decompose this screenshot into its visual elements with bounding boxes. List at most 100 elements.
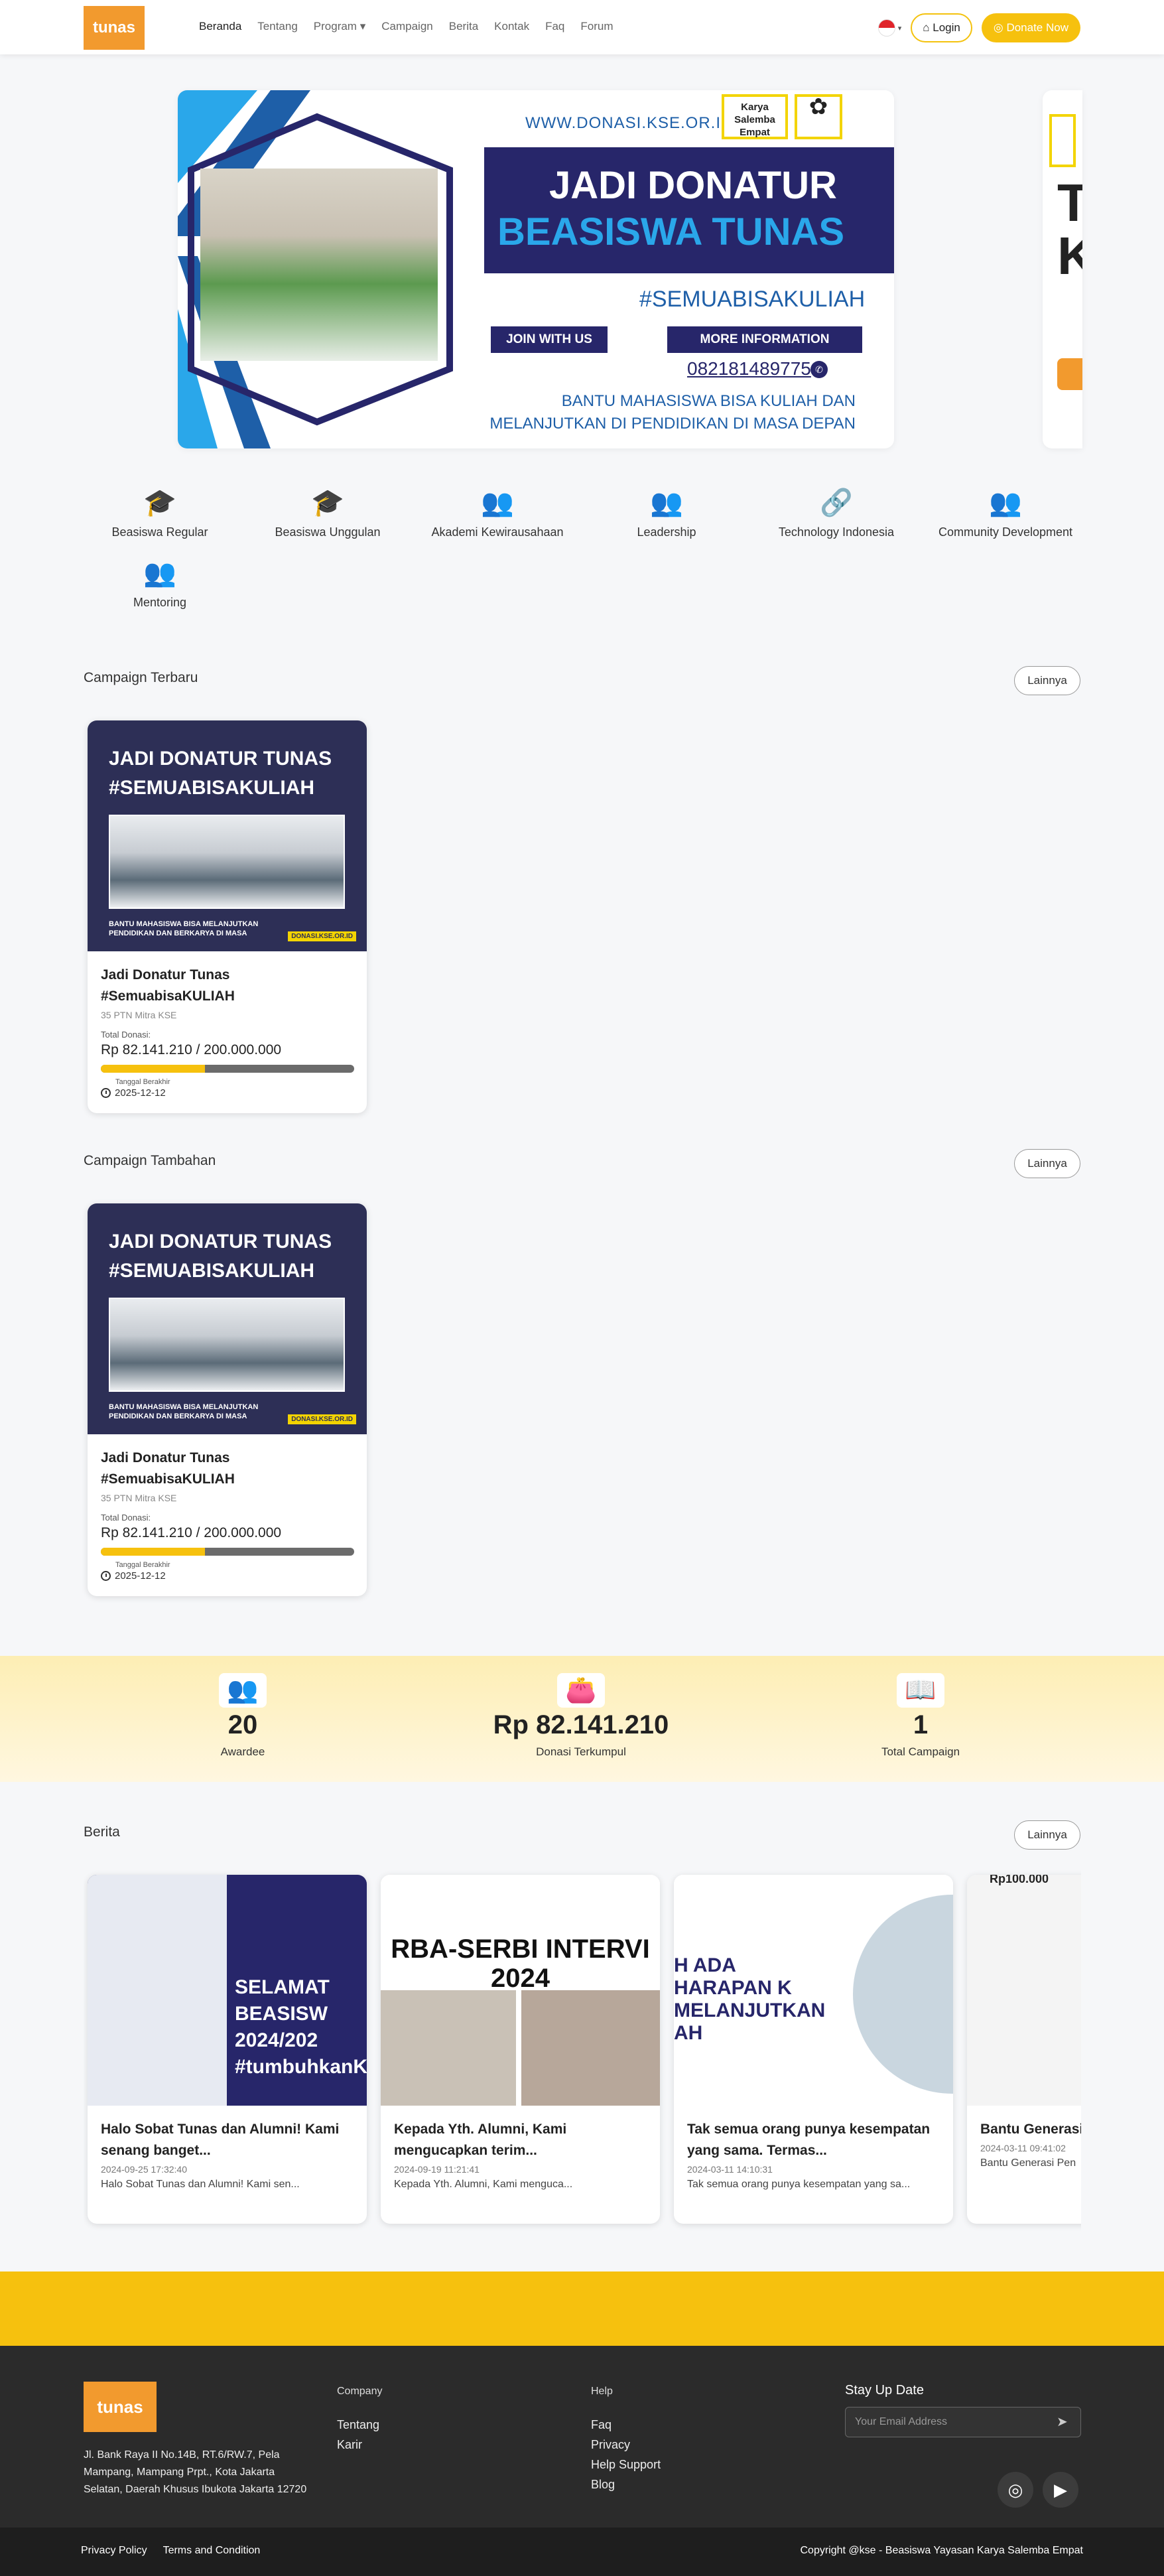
stat-value: Rp 82.141.210 xyxy=(493,1710,669,1739)
footer-link-help-support[interactable]: Help Support xyxy=(591,2455,661,2474)
youtube-icon[interactable]: ▶ xyxy=(1043,2472,1078,2508)
donation-progress-fill xyxy=(101,1548,205,1556)
indonesia-flag-icon xyxy=(877,19,895,36)
program-akademi-kewirausahaan[interactable]: 👥 Akademi Kewirausahaan xyxy=(421,484,574,539)
newsletter-email-input[interactable]: Your Email Address ➤ xyxy=(845,2407,1081,2437)
news-photo-right xyxy=(521,1990,660,2106)
campaign-image-heading: JADI DONATUR TUNAS #SEMUABISAKULIAH xyxy=(109,1231,332,1282)
news-date: 2024-09-19 11:21:41 xyxy=(394,2164,480,2175)
nav-link-tentang[interactable]: Tentang xyxy=(257,20,298,33)
send-icon[interactable]: ➤ xyxy=(1057,2414,1072,2430)
donation-progress-bar xyxy=(101,1065,354,1073)
news-excerpt: Kepada Yth. Alumni, Kami menguca... xyxy=(394,2179,573,2190)
footer-address: Jl. Bank Raya II No.14B, RT.6/RW.7, Pela… xyxy=(84,2449,307,2495)
footer-help-heading: Help xyxy=(591,2386,613,2397)
donate-now-button[interactable]: ◎ Donate Now xyxy=(981,13,1080,42)
campaign-card[interactable]: JADI DONATUR TUNAS #SEMUABISAKULIAH BANTU… xyxy=(88,1203,367,1596)
copyright: Copyright @kse - Beasiswa Yayasan Karya … xyxy=(800,2545,1083,2556)
nav-link-program[interactable]: Program ▾ xyxy=(314,20,365,33)
more-campaign-button[interactable]: Lainnya xyxy=(1014,666,1080,695)
total-donation-label: Total Donasi: xyxy=(101,1513,151,1523)
program-leadership[interactable]: 👥 Leadership xyxy=(590,484,743,539)
news-carousel[interactable]: SELAMAT BEASISW 2024/202 #tumbuhkanKe Ha… xyxy=(84,1858,1081,2242)
clock-icon xyxy=(101,1571,111,1581)
terms-link[interactable]: Terms and Condition xyxy=(163,2545,261,2557)
nav-link-berita[interactable]: Berita xyxy=(449,20,478,33)
news-excerpt: Bantu Generasi Pen xyxy=(980,2157,1076,2169)
graduation-cap-icon: 🎓 xyxy=(311,488,344,517)
news-title[interactable]: Bantu Generasi Donasi Pendidi... xyxy=(980,2119,1081,2140)
program-technology-indonesia[interactable]: 🔗 Technology Indonesia xyxy=(760,484,913,539)
more-news-button[interactable]: Lainnya xyxy=(1014,1820,1080,1850)
stat-awardee: 👥 20 Awardee xyxy=(137,1673,349,1759)
nav-link-campaign[interactable]: Campaign xyxy=(381,20,433,33)
news-card[interactable]: H ADA HARAPAN K MELANJUTKAN AH Tak semua… xyxy=(674,1875,953,2224)
join-with-us-button[interactable]: JOIN WITH US xyxy=(491,326,608,353)
news-person-photo xyxy=(853,1895,953,2094)
language-select[interactable]: ▾ xyxy=(877,19,901,36)
campaign-image-footer: BANTU MAHASISWA BISA MELANJUTKAN PENDIDI… xyxy=(109,1403,259,1420)
news-date: 2024-09-25 17:32:40 xyxy=(101,2164,187,2175)
program-beasiswa-regular[interactable]: 🎓 Beasiswa Regular xyxy=(84,484,236,539)
kse-logo: Karya Salemba Empat xyxy=(722,94,788,139)
cta-band xyxy=(0,2271,1164,2346)
campaign-title[interactable]: Jadi Donatur Tunas #SemuabisaKULIAH xyxy=(101,965,354,1007)
stat-label: Donasi Terkumpul xyxy=(536,1745,626,1758)
campaign-card[interactable]: JADI DONATUR TUNAS #SEMUABISAKULIAH BANTU… xyxy=(88,720,367,1113)
nav-link-beranda[interactable]: Beranda xyxy=(199,20,241,33)
sub-footer: Privacy Policy Terms and Condition Copyr… xyxy=(0,2528,1164,2576)
footer-logo[interactable]: tunas xyxy=(84,2382,157,2432)
deadline: 2025-12-12 xyxy=(101,1570,354,1582)
nav-link-faq[interactable]: Faq xyxy=(545,20,564,33)
program-mentoring[interactable]: 👥 Mentoring xyxy=(84,555,236,610)
news-image-text: Rp100.000 xyxy=(990,1875,1049,1885)
news-title[interactable]: Tak semua orang punya kesempatan yang sa… xyxy=(687,2119,940,2161)
news-image-text: SELAMAT BEASISW 2024/202 #tumbuhkanKe xyxy=(235,1976,367,2078)
navbar: tunas Beranda Tentang Program ▾ Campaign… xyxy=(0,0,1164,54)
network-icon: 🔗 xyxy=(820,488,853,517)
news-title[interactable]: Halo Sobat Tunas dan Alumni! Kami senang… xyxy=(101,2119,354,2161)
news-card[interactable]: Rp100.000 Bantu Generasi Donasi Pendidi.… xyxy=(967,1875,1081,2224)
instagram-icon[interactable]: ◎ xyxy=(998,2472,1033,2508)
campaign-title[interactable]: Jadi Donatur Tunas #SemuabisaKULIAH xyxy=(101,1448,354,1490)
community-icon: 👥 xyxy=(989,488,1022,517)
footer-link-blog[interactable]: Blog xyxy=(591,2474,661,2494)
flower-icon: ✿ xyxy=(808,94,828,119)
deadline-label: Tanggal Berakhir xyxy=(115,1078,170,1086)
campaign-subtitle: 35 PTN Mitra KSE xyxy=(101,1493,177,1503)
brand-logo[interactable]: tunas xyxy=(84,6,145,50)
news-card[interactable]: SELAMAT BEASISW 2024/202 #tumbuhkanKe Ha… xyxy=(88,1875,367,2224)
nav-link-forum[interactable]: Forum xyxy=(580,20,613,33)
footer-link-faq[interactable]: Faq xyxy=(591,2415,661,2435)
news-image: SELAMAT BEASISW 2024/202 #tumbuhkanKe xyxy=(88,1875,367,2106)
program-beasiswa-unggulan[interactable]: 🎓 Beasiswa Unggulan xyxy=(251,484,404,539)
nav-link-kontak[interactable]: Kontak xyxy=(494,20,529,33)
news-image-text: H ADA HARAPAN K MELANJUTKAN AH xyxy=(674,1954,826,2044)
login-button[interactable]: ⌂ Login xyxy=(911,13,972,42)
privacy-policy-link[interactable]: Privacy Policy xyxy=(81,2545,147,2557)
stat-label: Total Campaign xyxy=(881,1745,960,1758)
coin-icon: ◎ xyxy=(993,21,1007,34)
program-label: Beasiswa Unggulan xyxy=(275,525,381,539)
campaign-image-photo xyxy=(109,815,345,909)
more-information-button[interactable]: MORE INFORMATION xyxy=(667,326,862,353)
footer-link-tentang[interactable]: Tentang xyxy=(337,2415,382,2435)
stat-value: 1 xyxy=(913,1710,929,1739)
news-card[interactable]: RBA-SERBI INTERVI 2024 Kepada Yth. Alumn… xyxy=(381,1875,660,2224)
program-label: Leadership xyxy=(637,525,696,539)
footer-link-karir[interactable]: Karir xyxy=(337,2435,382,2455)
campaign-image-url: DONASI.KSE.OR.ID xyxy=(288,1414,356,1424)
next-banner-preview[interactable]: TK xyxy=(1043,90,1082,448)
program-label: Akademi Kewirausahaan xyxy=(431,525,564,539)
next-banner-logo xyxy=(1049,114,1076,167)
news-image: RBA-SERBI INTERVI 2024 xyxy=(381,1875,660,2106)
footer-link-privacy[interactable]: Privacy xyxy=(591,2435,661,2455)
footer-help: Help Faq Privacy Help Support Blog xyxy=(591,2386,661,2494)
more-extra-campaign-button[interactable]: Lainnya xyxy=(1014,1149,1080,1178)
news-date: 2024-03-11 09:41:02 xyxy=(980,2143,1066,2153)
news-image: Rp100.000 xyxy=(967,1875,1081,2106)
news-title[interactable]: Kepada Yth. Alumni, Kami mengucapkan ter… xyxy=(394,2119,647,2161)
program-community-development[interactable]: 👥 Community Development xyxy=(929,484,1082,539)
graduation-cap-icon: 🎓 xyxy=(143,488,176,517)
hero-banner[interactable]: WWW.DONASI.KSE.OR.ID Karya Salemba Empat… xyxy=(178,90,894,448)
